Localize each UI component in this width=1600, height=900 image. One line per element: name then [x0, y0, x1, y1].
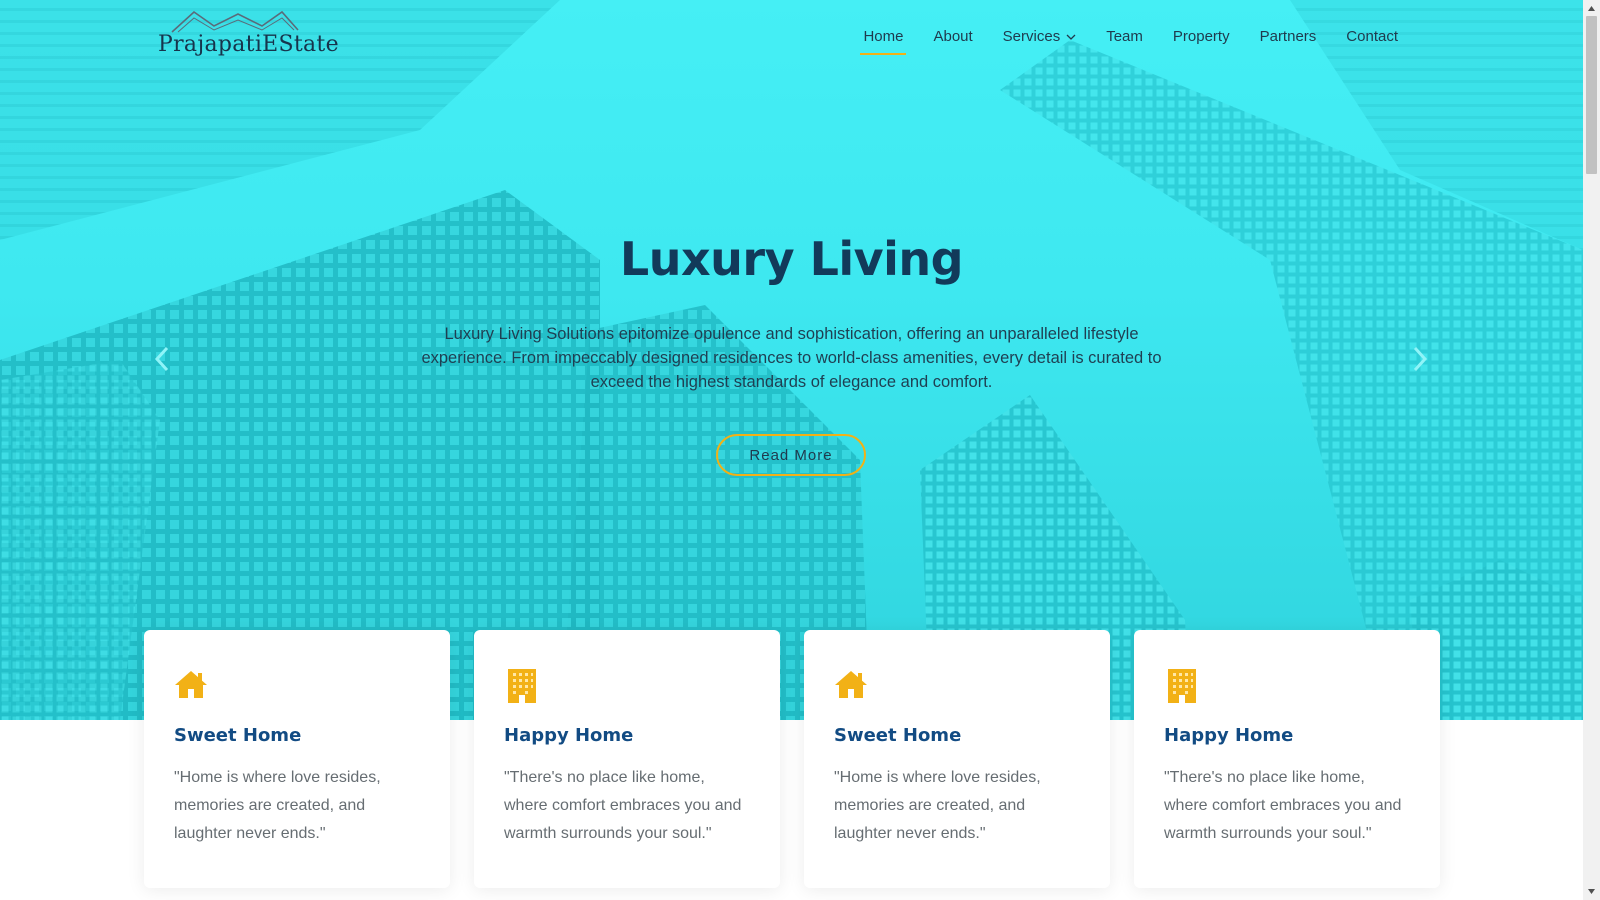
nav-item-about[interactable]: About — [918, 24, 987, 49]
nav-item-home[interactable]: Home — [848, 24, 918, 55]
card-title: Happy Home — [504, 725, 634, 746]
feature-card: Happy Home "There's no place like home, … — [474, 630, 780, 888]
scroll-down-icon[interactable] — [1587, 887, 1596, 896]
chevron-down-icon — [1066, 34, 1076, 40]
card-title: Sweet Home — [174, 725, 302, 746]
nav-item-team[interactable]: Team — [1091, 24, 1158, 49]
card-title: Sweet Home — [834, 725, 962, 746]
card-text: "Home is where love resides, memories ar… — [174, 769, 381, 842]
feature-cards: Sweet Home "Home is where love resides, … — [144, 630, 1440, 888]
roof-logo-icon — [171, 10, 299, 33]
feature-card: Happy Home "There's no place like home, … — [1134, 630, 1440, 888]
card-title: Happy Home — [1164, 725, 1294, 746]
read-more-button[interactable]: Read More — [716, 434, 866, 476]
nav-item-property[interactable]: Property — [1158, 24, 1245, 49]
card-text: "There's no place like home, where comfo… — [504, 769, 742, 842]
building-icon — [508, 669, 536, 703]
chevron-right-icon[interactable] — [1410, 346, 1430, 372]
nav-item-services-label: Services — [1002, 28, 1061, 45]
feature-card: Sweet Home "Home is where love resides, … — [804, 630, 1110, 888]
main-nav: Home About Services Team Property Partne… — [848, 24, 1413, 55]
chevron-left-icon[interactable] — [152, 346, 172, 372]
brand-logo[interactable]: PrajapatiEState — [158, 8, 339, 62]
scroll-up-icon[interactable] — [1587, 4, 1596, 13]
building-icon — [1168, 669, 1196, 703]
house-icon — [835, 671, 867, 698]
feature-card: Sweet Home "Home is where love resides, … — [144, 630, 450, 888]
nav-item-partners[interactable]: Partners — [1245, 24, 1332, 49]
page-scrollbar[interactable] — [1583, 0, 1600, 900]
hero-section: PrajapatiEState Home About Services Team… — [0, 0, 1583, 720]
nav-item-services[interactable]: Services — [988, 24, 1092, 49]
card-text: "There's no place like home, where comfo… — [1164, 769, 1402, 842]
brand-name: PrajapatiEState — [158, 32, 339, 57]
hero-description: Luxury Living Solutions epitomize opulen… — [421, 325, 1162, 391]
card-text: "Home is where love resides, memories ar… — [834, 769, 1041, 842]
hero-title: Luxury Living — [619, 232, 964, 286]
house-icon — [175, 671, 207, 698]
nav-item-contact[interactable]: Contact — [1331, 24, 1413, 49]
scrollbar-thumb[interactable] — [1586, 16, 1597, 174]
